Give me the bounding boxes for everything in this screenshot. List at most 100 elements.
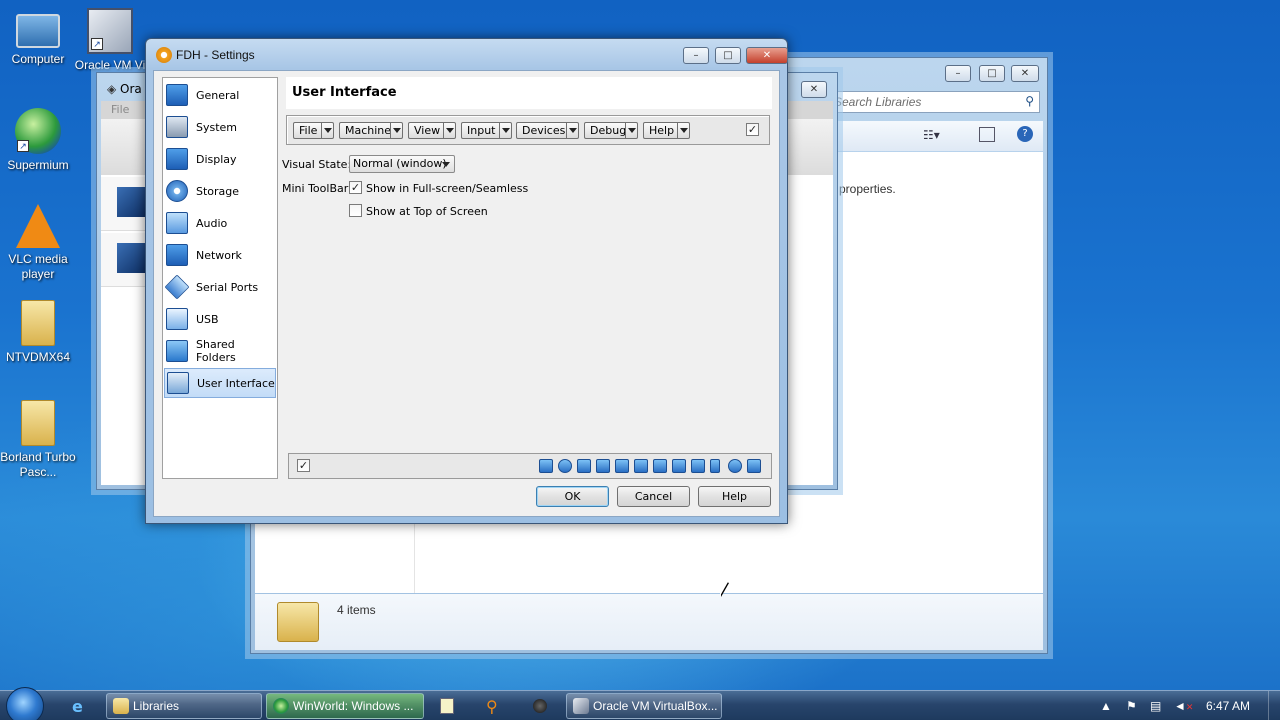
details-pane: 4 items (255, 594, 1043, 650)
taskbar-item-libraries[interactable]: Libraries (106, 693, 262, 719)
chevron-down-icon[interactable] (677, 123, 689, 138)
chevron-down-icon[interactable] (443, 123, 455, 138)
nav-item-network[interactable]: Network (164, 240, 276, 270)
chevron-down-icon[interactable] (321, 123, 333, 138)
shared-folder-icon[interactable] (653, 459, 667, 473)
nav-item-storage[interactable]: Storage (164, 176, 276, 206)
menu-chip-file[interactable]: File (293, 122, 334, 139)
visual-state-label: Visual State: (282, 158, 352, 171)
ok-button[interactable]: OK (536, 486, 609, 507)
desktop-icon-ntvdmx64[interactable]: NTVDMX64 (0, 300, 76, 365)
menu-chip-help[interactable]: Help (643, 122, 690, 139)
optical-disk-icon[interactable] (558, 459, 572, 473)
shared-folders-icon (166, 340, 188, 362)
network-tray-icon[interactable]: ▤ (1150, 691, 1161, 720)
maximize-button[interactable]: □ (979, 65, 1005, 82)
taskbar-notepad-button[interactable] (428, 693, 468, 719)
cancel-button[interactable]: Cancel (617, 486, 690, 507)
taskbar-obs-button[interactable] (520, 693, 560, 719)
explorer-icon (113, 698, 129, 714)
chevron-down-icon[interactable] (499, 123, 511, 138)
dialog-body: General System Display Storage Audio Net… (153, 70, 780, 517)
recording-icon[interactable] (691, 459, 705, 473)
libraries-icon (277, 602, 319, 642)
supermium-icon: ↗ (15, 108, 61, 154)
notepad-icon (440, 698, 454, 714)
settings-dialog[interactable]: FDH - Settings – □ ✕ General System Disp… (145, 38, 788, 524)
menu-chip-input[interactable]: Input (461, 122, 512, 139)
show-desktop-button[interactable] (1268, 691, 1280, 720)
internet-explorer-icon: e (72, 697, 83, 716)
help-icon[interactable]: ? (1017, 126, 1033, 142)
view-options-icon[interactable]: ☷▾ (923, 128, 940, 142)
desktop-icon-computer[interactable]: Computer (0, 8, 76, 67)
settings-nav-list[interactable]: General System Display Storage Audio Net… (162, 77, 278, 479)
hard-disk-icon[interactable] (539, 459, 553, 473)
video-capture-icon[interactable] (710, 459, 720, 473)
audio-icon[interactable] (596, 459, 610, 473)
show-hidden-icons-icon[interactable]: ▲ (1100, 691, 1112, 720)
nav-item-shared-folders[interactable]: Shared Folders (164, 336, 276, 366)
audio-icon (166, 212, 188, 234)
menubar-enabled-checkbox[interactable]: ✓ (746, 123, 759, 136)
nav-item-audio[interactable]: Audio (164, 208, 276, 238)
desktop-icon-borland[interactable]: Borland Turbo Pasc... (0, 400, 76, 480)
nav-item-display[interactable]: Display (164, 144, 276, 174)
nav-item-user-interface[interactable]: User Interface (164, 368, 276, 398)
taskbar-item-winworld[interactable]: WinWorld: Windows ... (266, 693, 424, 719)
menubar-editor[interactable]: File Machine View Input Devices Debug He… (286, 115, 770, 145)
menu-chip-devices[interactable]: Devices (516, 122, 579, 139)
menu-chip-label: View (414, 124, 441, 137)
desktop-icon-vlc[interactable]: VLC media player (0, 204, 76, 282)
taskbar-item-label: Libraries (133, 699, 180, 713)
nav-item-serial-ports[interactable]: Serial Ports (164, 272, 276, 302)
show-fullscreen-checkbox[interactable]: ✓ (349, 181, 362, 194)
nav-item-system[interactable]: System (164, 112, 276, 142)
vlc-icon (16, 204, 60, 248)
serial-ports-icon (164, 274, 190, 300)
chevron-down-icon[interactable] (390, 123, 402, 138)
preview-pane-icon[interactable] (979, 127, 995, 142)
volume-muted-icon[interactable]: ◄✕ (1174, 691, 1193, 720)
menu-chip-debug[interactable]: Debug (584, 122, 638, 139)
floppy-icon[interactable] (577, 459, 591, 473)
nav-item-label: Network (196, 248, 242, 262)
network-icon[interactable] (615, 459, 629, 473)
help-button[interactable]: Help (698, 486, 771, 507)
usb-icon[interactable] (634, 459, 648, 473)
close-button[interactable]: ✕ (746, 47, 788, 64)
nav-item-general[interactable]: General (164, 80, 276, 110)
maximize-button[interactable]: □ (715, 47, 741, 64)
statusbar-enabled-checkbox[interactable]: ✓ (297, 459, 310, 472)
minimize-button[interactable]: – (945, 65, 971, 82)
taskbar: e Libraries WinWorld: Windows ... ⚲ Orac… (0, 687, 1280, 720)
display-icon[interactable] (672, 459, 686, 473)
statusbar-editor[interactable]: ✓ (288, 453, 772, 479)
visual-state-select[interactable]: Normal (window) (349, 155, 455, 173)
taskbar-item-virtualbox[interactable]: Oracle VM VirtualBox... (566, 693, 722, 719)
action-center-flag-icon[interactable]: ⚑ (1126, 691, 1137, 720)
search-input[interactable]: Search Libraries ⚲ (829, 91, 1040, 113)
desktop-icon-supermium[interactable]: ↗ Supermium (0, 108, 76, 173)
virtualbox-icon: ↗ (87, 8, 133, 54)
menu-chip-machine[interactable]: Machine (339, 122, 403, 139)
desktop-icon-virtualbox[interactable]: ↗ Oracle VM Vi (72, 8, 148, 73)
taskbar-ie-button[interactable]: e (60, 693, 100, 719)
start-button[interactable] (6, 687, 44, 720)
display-icon (166, 148, 188, 170)
mouse-integration-icon[interactable] (728, 459, 742, 473)
show-top-checkbox[interactable] (349, 204, 362, 217)
usb-icon (166, 308, 188, 330)
close-button[interactable]: ✕ (1011, 65, 1039, 82)
clock[interactable]: 6:47 AM (1206, 691, 1250, 720)
minimize-button[interactable]: – (683, 47, 709, 64)
nav-item-usb[interactable]: USB (164, 304, 276, 334)
chevron-down-icon[interactable] (625, 123, 637, 138)
taskbar-search-app-button[interactable]: ⚲ (474, 693, 514, 719)
mini-toolbar-label: Mini ToolBar: (282, 182, 352, 195)
close-button[interactable]: ✕ (801, 81, 827, 98)
menu-file[interactable]: File (111, 103, 129, 116)
chevron-down-icon[interactable] (566, 123, 578, 138)
keyboard-icon[interactable] (747, 459, 761, 473)
menu-chip-view[interactable]: View (408, 122, 456, 139)
